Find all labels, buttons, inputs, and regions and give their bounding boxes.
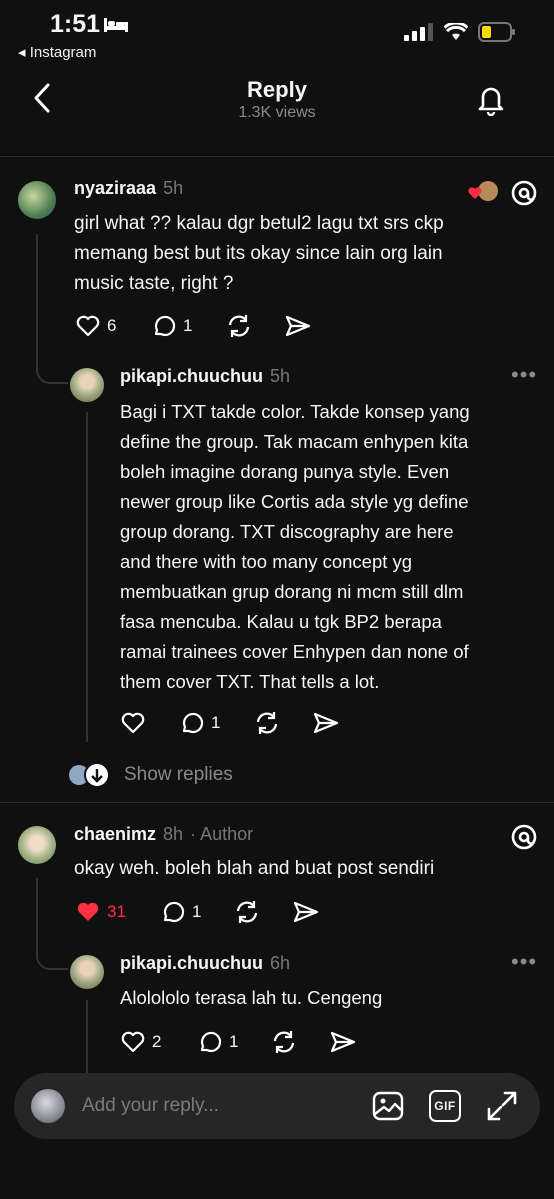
thread-line: [36, 878, 38, 948]
timestamp: 6h: [270, 953, 291, 973]
share-icon[interactable]: [313, 711, 339, 735]
username[interactable]: chaenimz: [74, 824, 156, 845]
expand-icon[interactable]: [486, 1090, 518, 1122]
image-icon[interactable]: [372, 1090, 404, 1122]
heart-icon: [121, 712, 145, 734]
reply-input[interactable]: Add your reply...: [82, 1095, 219, 1117]
threads-icon[interactable]: [510, 823, 538, 851]
reply-button[interactable]: 1: [151, 314, 192, 338]
notification-bell-icon[interactable]: [474, 82, 508, 116]
comment-icon: [154, 315, 176, 337]
gif-button[interactable]: GIF: [429, 1090, 461, 1122]
wifi-icon: [444, 23, 468, 40]
liked-by-author-icon: [466, 180, 500, 204]
battery-icon: [478, 22, 515, 42]
more-options-icon[interactable]: •••: [511, 362, 537, 388]
avatar[interactable]: [70, 955, 104, 989]
thread-line: [86, 1000, 88, 1075]
avatar[interactable]: [70, 368, 104, 402]
sleep-focus-icon: [103, 16, 129, 34]
page-title: Reply: [247, 77, 307, 102]
repost-icon[interactable]: [226, 313, 252, 339]
timestamp: 5h: [270, 366, 291, 386]
like-count: 31: [107, 902, 126, 921]
reply-count: 1: [211, 713, 221, 732]
thread-line: [86, 412, 88, 742]
heart-icon: [121, 1031, 145, 1053]
comment-header: pikapi.chuuchuu 6h: [120, 953, 290, 974]
view-count: 1.3K views: [238, 104, 316, 121]
comment-icon: [182, 712, 204, 734]
comment-header: pikapi.chuuchuu 5h: [120, 366, 290, 387]
thread-curve: [36, 362, 68, 384]
comment-text: girl what ?? kalau dgr betul2 lagu txt s…: [74, 213, 444, 294]
author-badge: · Author: [190, 824, 254, 844]
comment-text: okay weh. boleh blah and buat post sendi…: [74, 858, 435, 879]
header-divider: [0, 156, 554, 157]
like-button[interactable]: 2: [120, 1030, 161, 1054]
like-button[interactable]: 31: [75, 900, 126, 924]
avatar: [31, 1089, 65, 1123]
gif-label: GIF: [434, 1099, 456, 1113]
reply-button[interactable]: 1: [179, 711, 220, 735]
comment-icon: [163, 901, 185, 923]
heart-filled-icon: [77, 902, 99, 921]
reply-count: 1: [183, 316, 193, 335]
more-options-icon[interactable]: •••: [511, 949, 537, 975]
like-button[interactable]: 6: [75, 314, 116, 338]
username[interactable]: pikapi.chuuchuu: [120, 366, 263, 387]
comment-text: Alolololo terasa lah tu. Cengeng: [120, 987, 383, 1008]
show-replies-avatars[interactable]: [68, 762, 112, 788]
thread-line: [36, 234, 38, 364]
comment-header: chaenimz 8h · Author: [74, 824, 253, 845]
signal-icon: [404, 23, 433, 41]
like-count: 2: [152, 1032, 162, 1051]
comment-header: nyaziraaa 5h: [74, 178, 183, 199]
system-status-icons: [404, 22, 516, 42]
timestamp: 8h: [163, 824, 184, 844]
reply-button[interactable]: 1: [197, 1030, 238, 1054]
repost-icon[interactable]: [271, 1029, 297, 1055]
timestamp: 5h: [163, 178, 184, 198]
reply-count: 1: [229, 1032, 239, 1051]
show-replies-link[interactable]: Show replies: [124, 764, 233, 786]
repost-icon[interactable]: [234, 899, 260, 925]
avatar[interactable]: [18, 826, 56, 864]
threads-icon[interactable]: [510, 179, 538, 207]
avatar[interactable]: [18, 181, 56, 219]
status-time: 1:51: [50, 10, 101, 38]
share-icon[interactable]: [285, 314, 311, 338]
comment-icon: [200, 1031, 222, 1053]
heart-icon: [76, 315, 100, 337]
like-count: 6: [107, 316, 117, 335]
username[interactable]: nyaziraaa: [74, 178, 156, 199]
reply-button[interactable]: 1: [160, 900, 201, 924]
repost-icon[interactable]: [254, 710, 280, 736]
reply-count: 1: [192, 902, 202, 921]
like-button[interactable]: [120, 711, 146, 735]
back-to-app-link[interactable]: ◂ Instagram: [18, 43, 96, 61]
username[interactable]: pikapi.chuuchuu: [120, 953, 263, 974]
comment-text: Bagi i TXT takde color. Takde konsep yan…: [120, 401, 470, 692]
comment-divider: [0, 802, 554, 803]
share-icon[interactable]: [330, 1030, 356, 1054]
thread-curve: [36, 948, 68, 970]
share-icon[interactable]: [293, 900, 319, 924]
